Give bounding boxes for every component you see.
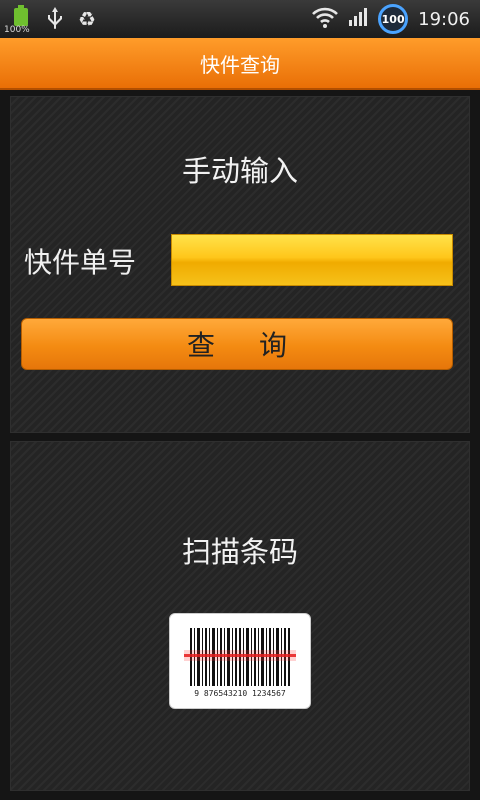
- tracking-number-input[interactable]: [171, 234, 453, 286]
- battery-level-label: 100%: [4, 25, 30, 35]
- signal-icon: [348, 7, 368, 31]
- battery-badge-label: 100: [381, 12, 405, 26]
- status-left-icons: 100% ♻: [4, 5, 96, 35]
- wifi-icon: [312, 6, 339, 32]
- battery-badge-icon: 100: [378, 4, 409, 34]
- status-bar: 100% ♻ 100 19:06: [0, 0, 480, 38]
- status-right-icons: 100 19:06: [312, 4, 470, 34]
- scan-barcode-heading: 扫描条码: [181, 535, 298, 569]
- query-button[interactable]: 查询: [21, 318, 453, 370]
- manual-input-panel: 手动输入 快件单号 查询: [10, 96, 470, 433]
- scan-barcode-panel: 扫描条码 9 876543210 1234567: [10, 441, 470, 791]
- title-bar: 快件查询: [0, 38, 480, 90]
- scan-barcode-button[interactable]: 9 876543210 1234567: [169, 613, 311, 709]
- tracking-number-label: 快件单号: [24, 246, 137, 279]
- barcode-number: 9 876543210 1234567: [194, 689, 286, 698]
- clock: 19:06: [418, 8, 470, 30]
- page-title: 快件查询: [200, 52, 280, 77]
- usb-icon: [46, 6, 64, 33]
- battery-icon: 100%: [4, 5, 32, 35]
- manual-input-heading: 手动输入: [181, 154, 298, 188]
- recycle-icon: ♻: [78, 7, 96, 31]
